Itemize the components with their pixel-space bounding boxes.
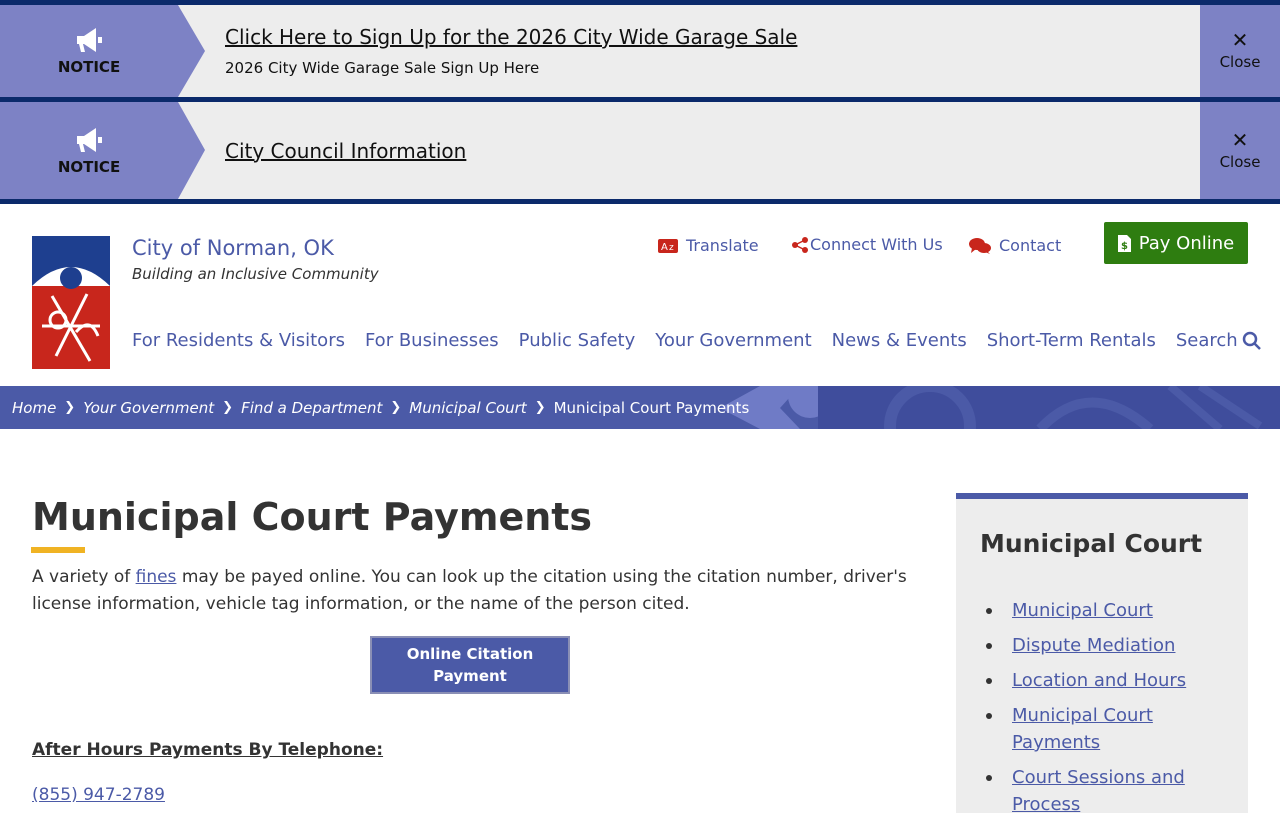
megaphone-icon bbox=[77, 28, 102, 52]
nav-item-public-safety[interactable]: Public Safety bbox=[519, 330, 636, 351]
page-title: Municipal Court Payments bbox=[32, 495, 593, 539]
after-hours-heading: After Hours Payments By Telephone: bbox=[32, 740, 384, 760]
translate-label: Translate bbox=[686, 236, 759, 255]
online-citation-payment-button[interactable]: Online Citation Payment bbox=[370, 636, 570, 694]
nav-item-news-events[interactable]: News & Events bbox=[832, 330, 967, 351]
megaphone-icon bbox=[77, 127, 102, 152]
breadcrumb-your-government[interactable]: Your Government bbox=[83, 399, 214, 417]
contact-label: Contact bbox=[999, 236, 1062, 255]
breadcrumb: Home ❯ Your Government ❯ Find a Departme… bbox=[12, 386, 749, 429]
close-icon: ✕ bbox=[1231, 127, 1249, 152]
sidebar-item-court-sessions[interactable]: Court Sessions and Process bbox=[1012, 767, 1185, 815]
city-logo[interactable] bbox=[32, 236, 110, 369]
nav-item-businesses[interactable]: For Businesses bbox=[365, 330, 499, 351]
notice-title-link[interactable]: Click Here to Sign Up for the 2026 City … bbox=[225, 25, 797, 49]
close-label: Close bbox=[1219, 152, 1261, 171]
cta-label: Online Citation Payment bbox=[406, 645, 534, 685]
chevron-right-icon: ❯ bbox=[64, 400, 76, 415]
connect-label: Connect With Us bbox=[810, 235, 943, 254]
intro-paragraph: A variety of fines may be payed online. … bbox=[32, 564, 922, 618]
breadcrumb-bar: Home ❯ Your Government ❯ Find a Departme… bbox=[0, 386, 1280, 429]
notice-subtitle: 2026 City Wide Garage Sale Sign Up Here bbox=[225, 59, 540, 77]
intro-text-start: A variety of bbox=[32, 567, 136, 587]
chat-icon bbox=[969, 237, 991, 254]
sidebar-item-municipal-court[interactable]: Municipal Court bbox=[1012, 600, 1153, 621]
breadcrumb-current: Municipal Court Payments bbox=[553, 398, 750, 417]
list-item: Court Sessions and Process bbox=[986, 764, 1232, 818]
search-icon bbox=[1242, 331, 1261, 350]
fines-link[interactable]: fines bbox=[136, 567, 177, 587]
notice-banner-garage-sale: NOTICE Click Here to Sign Up for the 202… bbox=[0, 0, 1280, 102]
breadcrumb-find-department[interactable]: Find a Department bbox=[241, 399, 382, 417]
share-icon bbox=[792, 236, 808, 253]
title-underline bbox=[31, 547, 85, 553]
close-icon: ✕ bbox=[1231, 28, 1249, 52]
translate-icon: Az bbox=[658, 238, 678, 253]
breadcrumb-home[interactable]: Home bbox=[12, 399, 56, 417]
chevron-right-icon: ❯ bbox=[534, 400, 546, 415]
sidebar-item-dispute-mediation[interactable]: Dispute Mediation bbox=[1012, 635, 1175, 656]
breadcrumb-municipal-court[interactable]: Municipal Court bbox=[409, 399, 526, 417]
notice-label: NOTICE bbox=[57, 58, 121, 76]
notice-close-button[interactable]: ✕ Close bbox=[1200, 102, 1280, 199]
site-tagline: Building an Inclusive Community bbox=[132, 265, 379, 283]
pay-online-button[interactable]: $ Pay Online bbox=[1104, 222, 1248, 264]
sidebar: Municipal Court Municipal Court Dispute … bbox=[956, 493, 1248, 815]
close-label: Close bbox=[1219, 53, 1261, 71]
nav-item-residents[interactable]: For Residents & Visitors bbox=[132, 330, 345, 351]
nav-item-short-term-rentals[interactable]: Short-Term Rentals bbox=[987, 330, 1156, 351]
decorative-pattern bbox=[720, 386, 1280, 429]
site-name[interactable]: City of Norman, OK bbox=[132, 236, 334, 260]
list-item: Municipal Court bbox=[986, 597, 1232, 624]
sidebar-item-location-hours[interactable]: Location and Hours bbox=[1012, 670, 1186, 691]
connect-link[interactable]: Connect With Us bbox=[792, 235, 943, 254]
nav-item-government[interactable]: Your Government bbox=[655, 330, 811, 351]
svg-text:$: $ bbox=[1121, 241, 1128, 252]
search-label: Search bbox=[1175, 330, 1238, 351]
svg-text:z: z bbox=[669, 243, 674, 253]
sidebar-item-court-payments[interactable]: Municipal Court Payments bbox=[1012, 705, 1153, 753]
list-item: Municipal Court Payments bbox=[986, 702, 1232, 756]
file-dollar-icon: $ bbox=[1117, 234, 1131, 252]
sidebar-title: Municipal Court bbox=[980, 529, 1203, 558]
nav-search[interactable]: Search bbox=[1176, 330, 1262, 351]
notice-badge: NOTICE bbox=[0, 102, 205, 199]
notice-title-link[interactable]: City Council Information bbox=[225, 139, 466, 163]
contact-link[interactable]: Contact bbox=[969, 236, 1061, 255]
phone-link[interactable]: (855) 947-2789 bbox=[32, 785, 165, 805]
notice-badge: NOTICE bbox=[0, 5, 205, 97]
translate-link[interactable]: Az Translate bbox=[658, 236, 759, 255]
svg-text:A: A bbox=[661, 242, 668, 253]
list-item: Dispute Mediation bbox=[986, 632, 1232, 659]
pay-online-label: Pay Online bbox=[1138, 232, 1235, 254]
main-nav: For Residents & Visitors For Businesses … bbox=[132, 330, 1280, 351]
list-item: Location and Hours bbox=[986, 667, 1232, 694]
notice-label: NOTICE bbox=[57, 157, 121, 176]
chevron-right-icon: ❯ bbox=[390, 400, 402, 415]
sidebar-list: Municipal Court Dispute Mediation Locati… bbox=[986, 597, 1232, 826]
chevron-right-icon: ❯ bbox=[222, 400, 234, 415]
notice-banner-city-council: NOTICE City Council Information ✕ Close bbox=[0, 102, 1280, 204]
notice-close-button[interactable]: ✕ Close bbox=[1200, 5, 1280, 97]
